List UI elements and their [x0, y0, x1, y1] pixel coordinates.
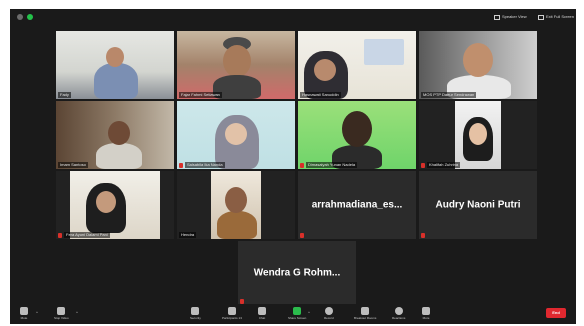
share-screen-button[interactable]: Share Screen [288, 307, 306, 320]
mute-label: Mute [20, 316, 28, 320]
participant-name-display: arrahmadiana_es... [311, 199, 403, 211]
more-label: More [422, 316, 430, 320]
participant-name: Hasnawati Sanuddin [300, 92, 341, 98]
chat-label: Chat [258, 316, 266, 320]
video-tile-no-video[interactable]: arrahmadiana_es... [298, 171, 416, 239]
fullscreen-icon [538, 14, 544, 20]
wall-poster [364, 39, 404, 65]
video-camera-icon [57, 307, 66, 315]
participant-name: Salsabila Ika Nanda [185, 162, 225, 168]
stop-video-label: Stop Video [54, 316, 69, 320]
video-options-chevron-icon[interactable]: ^ [76, 310, 78, 315]
security-shield-icon[interactable] [27, 14, 33, 20]
participant-head [96, 191, 116, 213]
video-tile[interactable]: Khalifah Zuhrina [419, 101, 537, 169]
breakout-rooms-label: Breakout Rooms [354, 316, 377, 320]
video-tile-active-speaker[interactable]: Imam Santoso [56, 101, 174, 169]
record-icon [324, 307, 333, 315]
shield-icon [191, 307, 200, 315]
participant-head [225, 187, 247, 213]
participant-figure [96, 143, 142, 169]
participants-count: 13 [238, 316, 242, 320]
window-close-icon[interactable] [17, 14, 23, 20]
muted-mic-icon [421, 163, 425, 168]
participant-name: Hendra [179, 232, 197, 238]
participant-name-display: Audry Naoni Putri [435, 199, 521, 211]
participants-label: Participants 13 [222, 316, 242, 320]
stop-video-button[interactable]: Stop Video [54, 307, 69, 320]
muted-mic-icon [58, 233, 62, 238]
participant-name: Fady [58, 92, 71, 98]
record-label: Record [324, 316, 334, 320]
security-button[interactable]: Security [190, 307, 201, 320]
participant-head [342, 111, 372, 147]
video-tile[interactable]: Fajar Fahmi Setiawan [177, 31, 295, 99]
video-tile[interactable]: Hasnawati Sanuddin [298, 31, 416, 99]
video-tile[interactable]: Fady [56, 31, 174, 99]
participant-head [225, 123, 247, 145]
video-tile[interactable]: Salsabila Ika Nanda [177, 101, 295, 169]
record-button[interactable]: Record [324, 307, 334, 320]
smiley-icon [394, 307, 403, 315]
video-tile-no-video[interactable]: Wendra G Rohm... [238, 241, 356, 305]
speaker-view-button[interactable]: Speaker View [494, 12, 527, 22]
muted-mic-icon [421, 233, 425, 238]
more-button[interactable]: More [422, 307, 430, 320]
participant-name: Dimasalyah Yunan Nadela [306, 162, 358, 168]
participant-head [223, 45, 251, 77]
chat-button[interactable]: Chat [258, 307, 266, 320]
microphone-icon [20, 307, 28, 315]
participant-name: Fajar Fahmi Setiawan [179, 92, 222, 98]
exit-full-screen-label: Exit Full Screen [546, 14, 575, 19]
zoom-meeting-window: Speaker View Exit Full Screen Fady Fajar… [10, 9, 576, 324]
participant-name: MOS PTP Daeur Sendrawan [421, 92, 477, 98]
video-tile[interactable]: MOS PTP Daeur Sendrawan [419, 31, 537, 99]
top-bar: Speaker View Exit Full Screen [10, 9, 576, 25]
breakout-rooms-icon [361, 307, 370, 315]
participant-head [463, 43, 493, 77]
mute-button[interactable]: Mute [20, 307, 28, 320]
participant-name: Imam Santoso [58, 162, 88, 168]
participant-figure [94, 63, 138, 99]
participant-head [108, 121, 130, 145]
security-label: Security [190, 316, 201, 320]
reactions-label: Reactions [392, 316, 406, 320]
muted-mic-icon [179, 163, 183, 168]
breakout-rooms-button[interactable]: Breakout Rooms [354, 307, 376, 320]
participant-head [469, 123, 487, 145]
end-meeting-button[interactable]: End [546, 308, 566, 318]
video-tile-no-video[interactable]: Audry Naoni Putri [419, 171, 537, 239]
participant-head [106, 47, 124, 67]
mute-options-chevron-icon[interactable]: ^ [36, 310, 38, 315]
muted-mic-icon [300, 233, 304, 238]
meeting-toolbar: Mute ^ Stop Video ^ Security Participant… [10, 304, 576, 324]
participant-name: Khalifah Zuhrina [427, 162, 461, 168]
share-screen-icon [293, 307, 302, 315]
participant-name: Fera Ayuni Dalami Pani [64, 232, 110, 238]
share-screen-label: Share Screen [288, 316, 307, 320]
muted-mic-icon [300, 163, 304, 168]
speaker-view-label: Speaker View [502, 14, 527, 19]
video-tile[interactable]: Fera Ayuni Dalami Pani [56, 171, 174, 239]
share-options-chevron-icon[interactable]: ^ [308, 310, 310, 315]
video-tile[interactable]: Hendra [177, 171, 295, 239]
people-icon [227, 307, 236, 315]
reactions-button[interactable]: Reactions [392, 307, 405, 320]
video-tile[interactable]: Dimasalyah Yunan Nadela [298, 101, 416, 169]
participant-name-display: Wendra G Rohm... [253, 267, 341, 279]
more-dots-icon [422, 307, 430, 315]
participant-figure [217, 211, 257, 239]
participants-button[interactable]: Participants 13 [222, 307, 242, 320]
exit-full-screen-button[interactable]: Exit Full Screen [538, 12, 574, 22]
participant-head [314, 59, 336, 81]
grid-icon [494, 14, 500, 20]
chat-bubble-icon [258, 307, 266, 315]
